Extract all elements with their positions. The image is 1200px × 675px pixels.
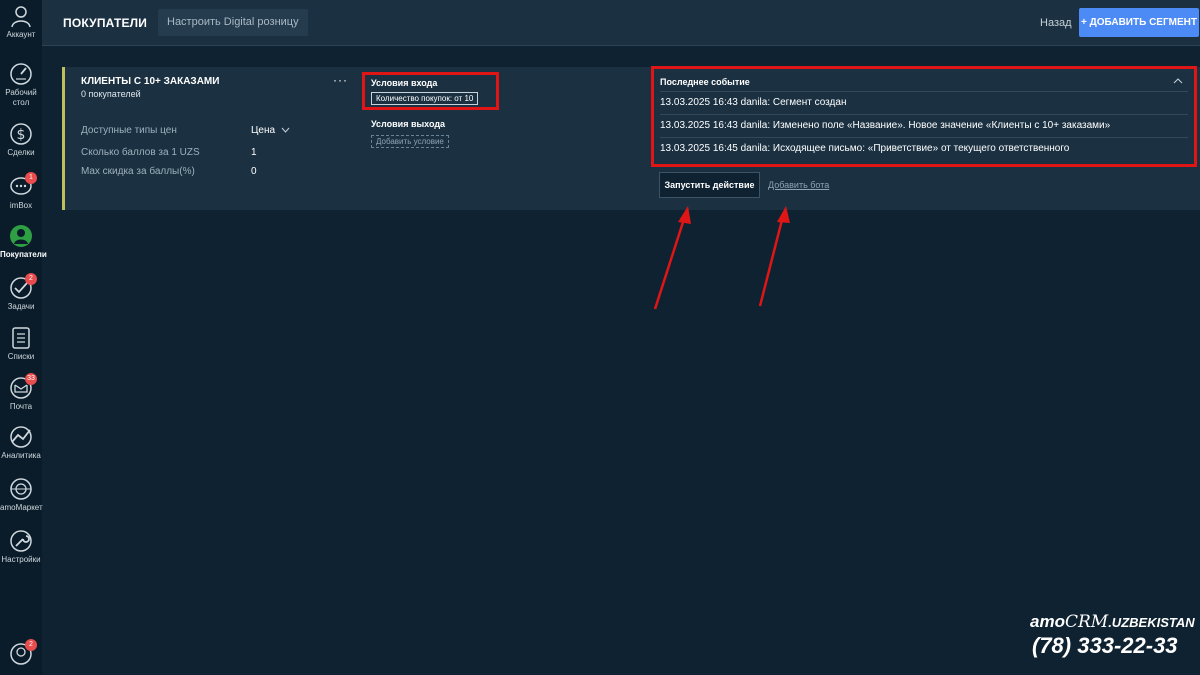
sidebar-item-analytics[interactable]: Аналитика bbox=[0, 425, 42, 460]
points-value[interactable]: 1 bbox=[251, 147, 257, 158]
run-action-button[interactable]: Запустить действие bbox=[659, 172, 760, 198]
brand-phone: (78) 333-22-33 bbox=[1032, 633, 1178, 658]
page-title: ПОКУПАТЕЛИ bbox=[63, 16, 148, 30]
sidebar-item-mail[interactable]: 33 Почта bbox=[0, 373, 42, 411]
sidebar-item-imbox[interactable]: 1 imBox bbox=[0, 172, 42, 210]
segment-customer-count: 0 покупателей bbox=[81, 89, 141, 99]
sidebar-item-label: amoМаркет bbox=[0, 503, 43, 512]
chevron-down-icon bbox=[281, 127, 290, 133]
price-type-value: Цена bbox=[251, 125, 276, 136]
brand-crm: CRM bbox=[1064, 612, 1109, 632]
param-label-points: Сколько баллов за 1 UZS bbox=[81, 147, 200, 158]
sidebar: Аккаунт Рабочий стол $ Сделки 1 imBox По… bbox=[0, 0, 47, 675]
arrow-to-run-action bbox=[653, 206, 691, 310]
sidebar-item-account[interactable]: Аккаунт bbox=[0, 4, 42, 39]
sidebar-item-label: Списки bbox=[7, 352, 35, 361]
dollar-icon: $ bbox=[10, 123, 32, 145]
add-condition-button[interactable]: Добавить условие bbox=[371, 135, 449, 148]
sidebar-item-market[interactable]: amoМаркет bbox=[0, 477, 43, 512]
top-bar: ПОКУПАТЕЛИ Настроить Digital розницу Наз… bbox=[42, 0, 1200, 46]
price-type-select[interactable]: Цена bbox=[251, 125, 290, 136]
sidebar-item-label: Покупатели bbox=[0, 250, 47, 259]
sidebar-item-label: Задачи bbox=[7, 302, 35, 311]
account-icon bbox=[11, 6, 31, 28]
mail-badge: 33 bbox=[25, 373, 37, 385]
brand-region: .UZBEKISTAN bbox=[1108, 615, 1195, 630]
sidebar-item-label: Рабочий стол bbox=[5, 88, 37, 107]
sidebar-item-settings[interactable]: Настройки bbox=[0, 529, 42, 564]
tasks-badge: 2 bbox=[25, 273, 37, 285]
segment-title: КЛИЕНТЫ С 10+ ЗАКАЗАМИ bbox=[81, 76, 220, 87]
dashboard-icon bbox=[10, 63, 32, 85]
brand-logo: amoCRM.UZBEKISTAN bbox=[1030, 612, 1195, 632]
sidebar-item-label: imBox bbox=[9, 201, 33, 210]
sidebar-item-label: Почта bbox=[9, 402, 33, 411]
market-icon bbox=[10, 478, 32, 500]
wrench-icon bbox=[10, 530, 32, 552]
sidebar-item-dashboard[interactable]: Рабочий стол bbox=[0, 62, 42, 108]
entry-condition-highlight bbox=[362, 72, 499, 110]
analytics-icon bbox=[10, 426, 32, 448]
exit-conditions-label: Условия выхода bbox=[371, 119, 446, 129]
add-segment-button[interactable]: + ДОБАВИТЬ СЕГМЕНТ bbox=[1079, 8, 1199, 37]
sidebar-item-label: Сделки bbox=[7, 148, 35, 157]
back-link[interactable]: Назад bbox=[1040, 17, 1072, 29]
support-badge: 2 bbox=[25, 639, 37, 651]
more-options-button[interactable]: ··· bbox=[333, 73, 348, 87]
list-icon bbox=[12, 327, 30, 349]
param-label-max-discount: Max скидка за баллы(%) bbox=[81, 166, 195, 177]
events-highlight bbox=[651, 66, 1197, 167]
customers-icon bbox=[10, 225, 32, 247]
sidebar-item-tasks[interactable]: 2 Задачи bbox=[0, 273, 42, 311]
imbox-badge: 1 bbox=[25, 172, 37, 184]
sidebar-item-support[interactable]: 2 bbox=[0, 639, 42, 666]
sidebar-item-customers[interactable]: Покупатели bbox=[0, 224, 47, 259]
configure-digital-retail-button[interactable]: Настроить Digital розницу bbox=[158, 9, 308, 36]
arrow-to-add-bot bbox=[758, 206, 790, 307]
sidebar-item-label: Аккаунт bbox=[6, 30, 36, 39]
max-discount-value[interactable]: 0 bbox=[251, 166, 257, 177]
sidebar-item-label: Аналитика bbox=[1, 451, 41, 460]
sidebar-item-label: Настройки bbox=[1, 555, 41, 564]
param-label-price-types: Доступные типы цен bbox=[81, 125, 177, 136]
sidebar-item-lists[interactable]: Списки bbox=[0, 326, 42, 361]
svg-text:$: $ bbox=[17, 127, 26, 143]
brand-amo: amo bbox=[1030, 612, 1065, 631]
add-bot-link[interactable]: Добавить бота bbox=[768, 180, 829, 190]
sidebar-item-deals[interactable]: $ Сделки bbox=[0, 122, 42, 157]
